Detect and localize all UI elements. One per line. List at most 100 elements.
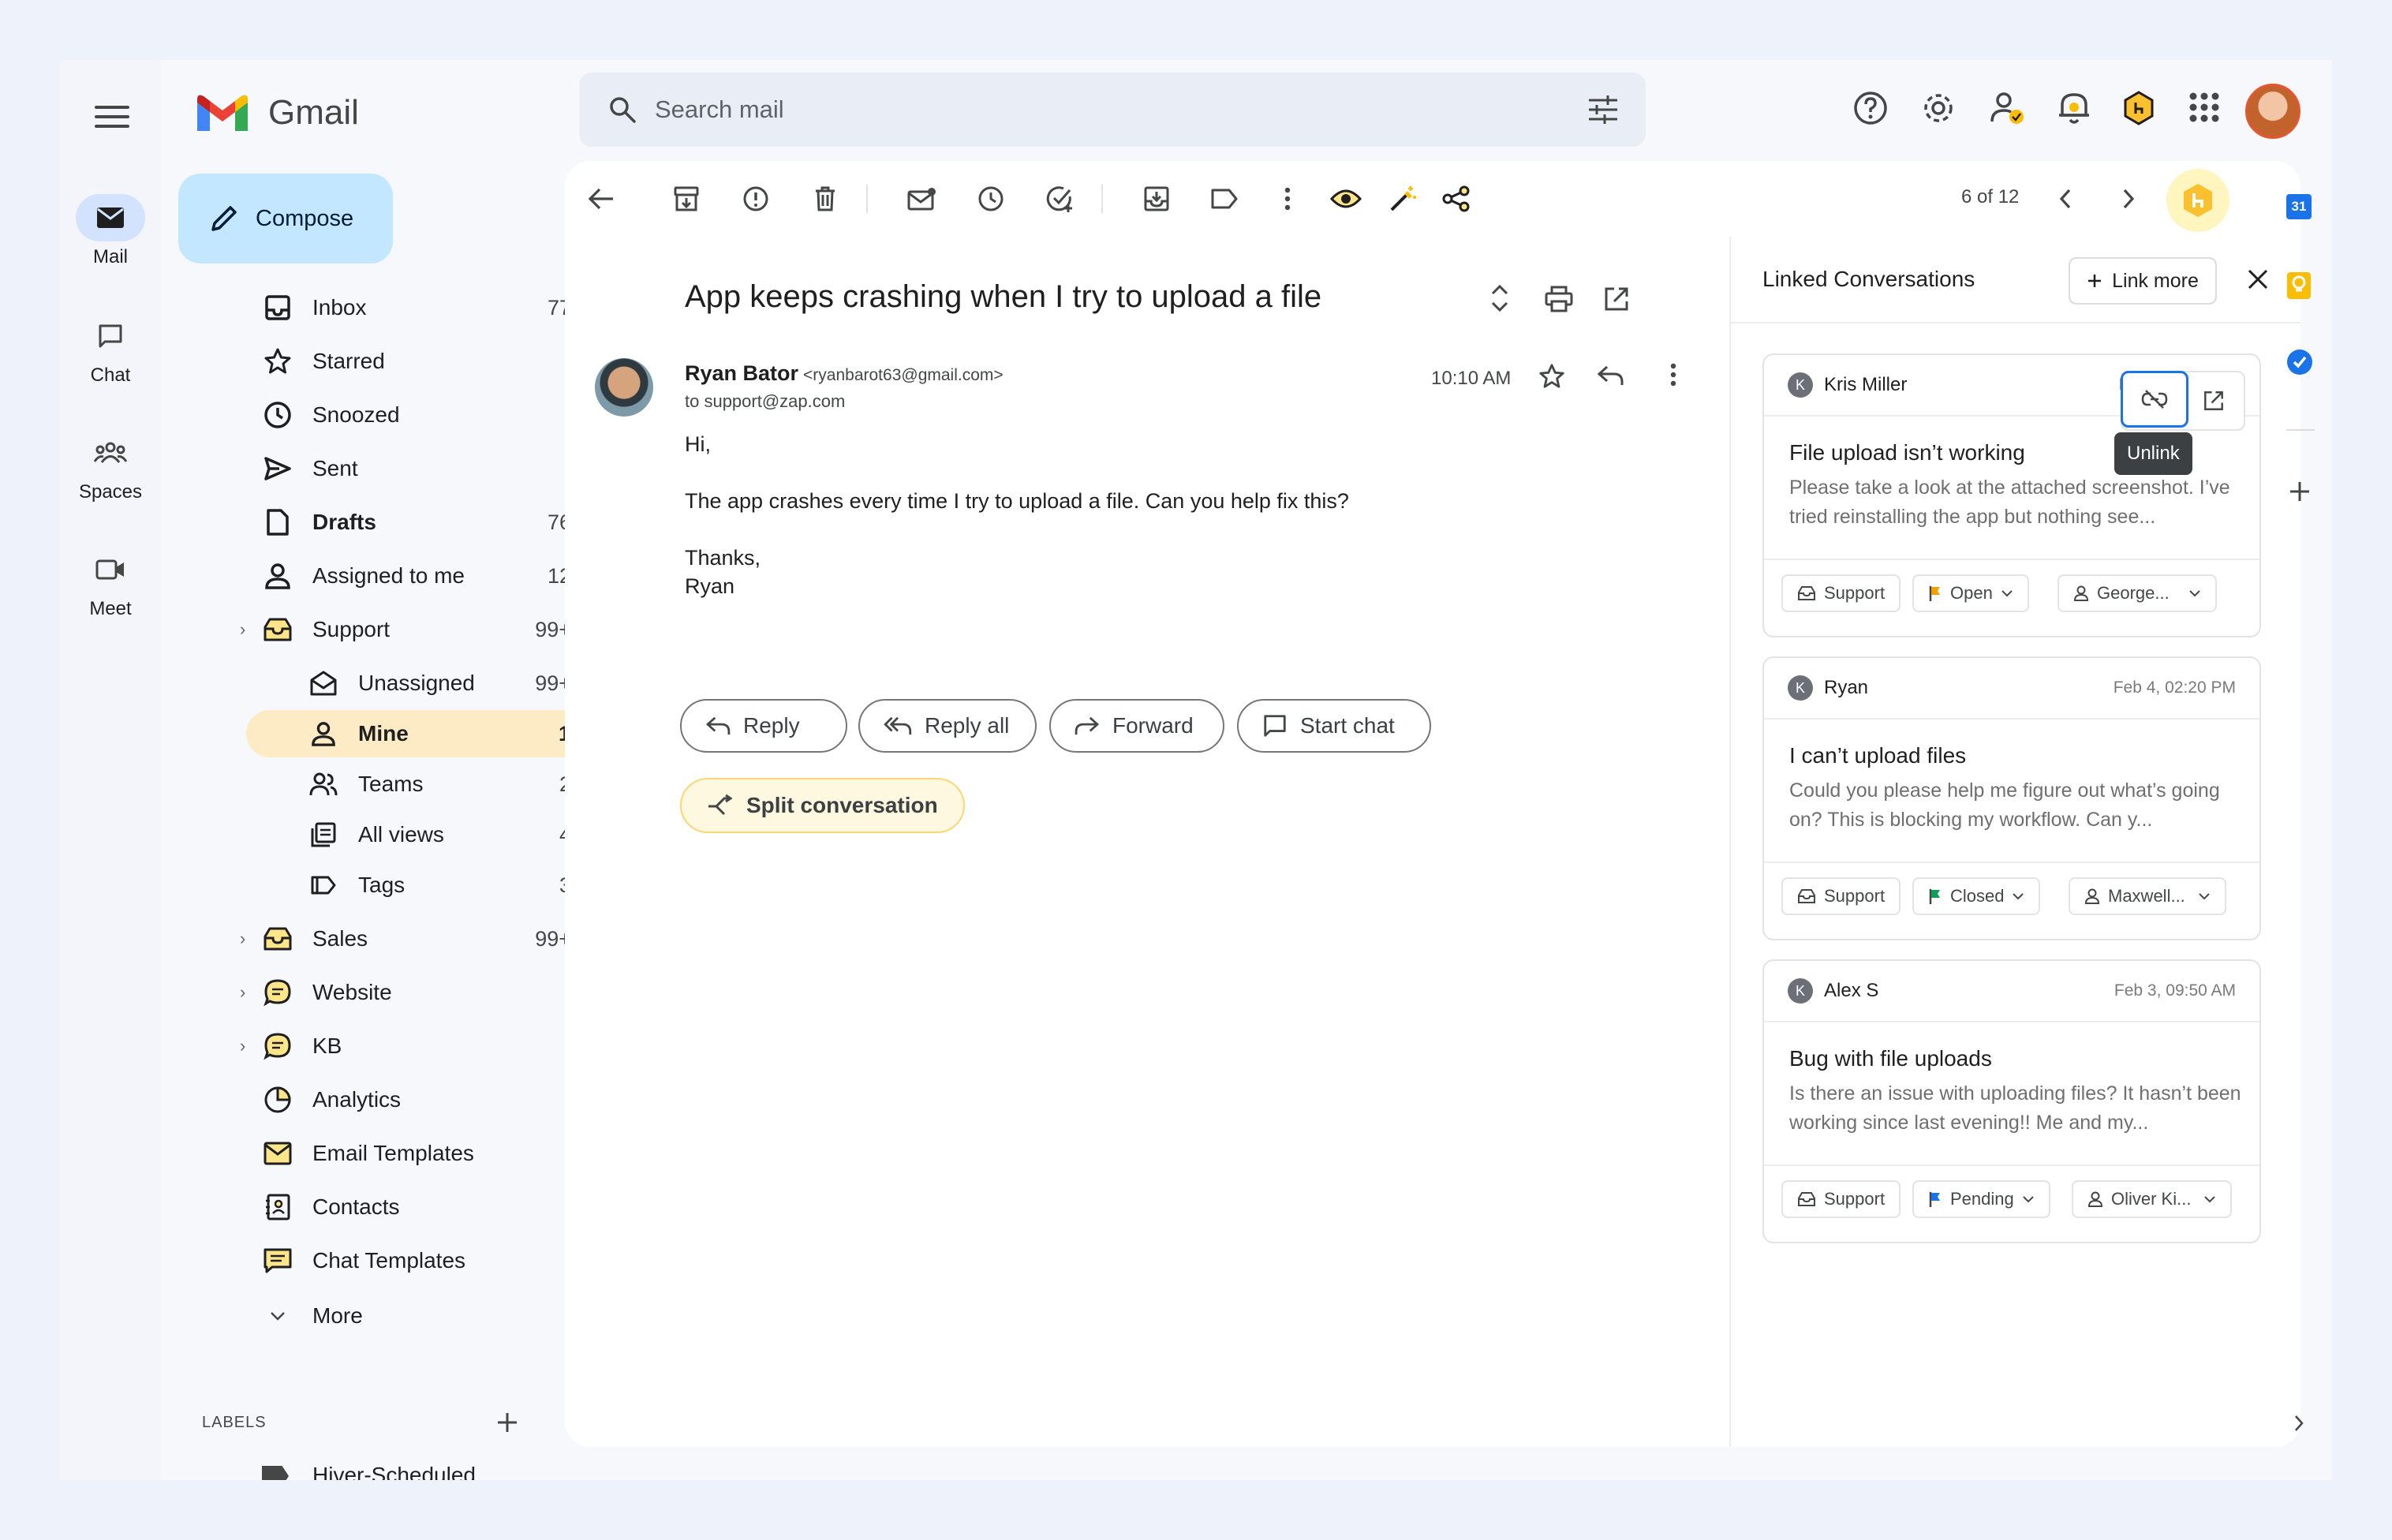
- chevron-right-icon[interactable]: ›: [240, 982, 245, 1003]
- message-more-vert-icon[interactable]: [1669, 363, 1677, 387]
- nav-item-mine[interactable]: Mine 12: [246, 710, 606, 757]
- archive-icon[interactable]: [671, 183, 702, 215]
- nav-item-snoozed[interactable]: Snoozed: [186, 391, 612, 439]
- inbox-chip[interactable]: Support: [1781, 877, 1901, 915]
- nav-item-all-views[interactable]: All views 4: [186, 811, 612, 858]
- back-arrow-icon[interactable]: [585, 183, 617, 215]
- nav-item-chat-templates[interactable]: Chat Templates: [186, 1237, 612, 1284]
- gmail-logo[interactable]: Gmail: [194, 92, 359, 134]
- nav-item-tags[interactable]: Tags 3: [186, 862, 612, 909]
- open-new-window-icon[interactable]: [1603, 286, 1630, 312]
- help-icon[interactable]: [1852, 90, 1889, 126]
- expand-collapse-icon[interactable]: [1489, 282, 1510, 314]
- next-chevron-icon[interactable]: [2113, 183, 2144, 215]
- tasks-check-icon[interactable]: [2286, 349, 2313, 376]
- add-label-plus-icon[interactable]: [495, 1411, 519, 1434]
- rail-meet[interactable]: Meet: [60, 546, 161, 620]
- search-input[interactable]: Search mail: [655, 95, 784, 124]
- calendar-app-icon[interactable]: 31: [2286, 194, 2312, 219]
- status-chip[interactable]: Pending: [1912, 1180, 2050, 1218]
- search-icon[interactable]: [607, 95, 637, 125]
- print-icon[interactable]: [1545, 286, 1573, 312]
- nav-item-teams[interactable]: Teams 2: [186, 761, 612, 808]
- nav-label: All views: [358, 822, 444, 847]
- linked-conversation-card[interactable]: K Alex S Feb 3, 09:50 AM Bug with file u…: [1762, 959, 2261, 1243]
- start-chat-button[interactable]: Start chat: [1237, 699, 1431, 753]
- linked-conversation-card[interactable]: K Kris Miller Fe File upload isn’t worki…: [1762, 353, 2261, 637]
- assignee-chip[interactable]: Oliver Ki...: [2072, 1180, 2233, 1218]
- chevron-right-icon[interactable]: ›: [240, 929, 245, 949]
- nav-item-website[interactable]: › Website: [186, 969, 612, 1016]
- nav-item-kb[interactable]: › KB: [186, 1022, 612, 1070]
- nav-item-analytics[interactable]: Analytics: [186, 1076, 612, 1123]
- search-bar[interactable]: Search mail: [579, 73, 1646, 147]
- app-rail: Mail Chat Spaces Meet: [60, 60, 161, 1480]
- split-conversation-button[interactable]: Split conversation: [680, 778, 965, 833]
- label-icon[interactable]: [1209, 183, 1240, 215]
- status-chip[interactable]: Closed: [1912, 877, 2041, 915]
- account-avatar[interactable]: [2245, 84, 2300, 139]
- add-task-icon[interactable]: [1045, 183, 1076, 215]
- forward-button[interactable]: Forward: [1049, 699, 1224, 753]
- main-menu-icon[interactable]: [95, 99, 129, 134]
- nav-item-support[interactable]: › Support 99+: [186, 606, 612, 653]
- keep-bulb-icon[interactable]: [2286, 271, 2312, 300]
- rail-spaces[interactable]: Spaces: [60, 429, 161, 503]
- mark-unread-icon[interactable]: [906, 183, 937, 215]
- nav-item-starred[interactable]: Starred: [186, 338, 612, 385]
- snooze-clock-icon[interactable]: [975, 183, 1007, 215]
- rail-chat[interactable]: Chat: [60, 312, 161, 387]
- nav-item-sales[interactable]: › Sales 99+: [186, 915, 612, 962]
- delete-trash-icon[interactable]: [809, 183, 841, 215]
- search-options-icon[interactable]: [1587, 95, 1619, 124]
- sender-avatar[interactable]: [595, 358, 653, 417]
- nav-item-more[interactable]: More: [186, 1292, 612, 1340]
- inbox-chip[interactable]: Support: [1781, 574, 1901, 612]
- nav-item-email-templates[interactable]: Email Templates: [186, 1130, 612, 1177]
- link-more-button[interactable]: Link more: [2069, 257, 2217, 305]
- nav-item-drafts[interactable]: Drafts 76: [186, 499, 612, 546]
- nav-item-unassigned[interactable]: Unassigned 99+: [186, 660, 612, 707]
- magic-wand-icon[interactable]: [1387, 183, 1418, 215]
- open-conversation-button[interactable]: [2196, 383, 2231, 418]
- assignee-chip[interactable]: Maxwell...: [2069, 877, 2226, 915]
- visibility-eye-icon[interactable]: [1330, 183, 1362, 215]
- close-panel-icon[interactable]: [2247, 268, 2269, 290]
- inbox-chip[interactable]: Support: [1781, 1180, 1901, 1218]
- person-icon: [262, 560, 293, 592]
- inbox-tray-icon: [1798, 889, 1815, 903]
- google-apps-icon[interactable]: [2188, 92, 2220, 123]
- assigned-user-icon[interactable]: [1990, 90, 2026, 126]
- notifications-bell-icon[interactable]: [2056, 88, 2092, 126]
- open-external-icon: [2204, 391, 2223, 410]
- settings-gear-icon[interactable]: [1920, 90, 1957, 126]
- reply-arrow-icon[interactable]: [1597, 364, 1624, 387]
- nav-item-sent[interactable]: Sent: [186, 445, 612, 492]
- chevron-right-icon[interactable]: ›: [240, 619, 245, 640]
- prev-chevron-icon[interactable]: [2050, 183, 2081, 215]
- expand-side-panel-chevron-icon[interactable]: [2293, 1414, 2305, 1433]
- reply-all-button[interactable]: Reply all: [858, 699, 1037, 753]
- linked-conversation-card[interactable]: K Ryan Feb 4, 02:20 PM I can’t upload fi…: [1762, 656, 2261, 940]
- reply-button[interactable]: Reply: [680, 699, 847, 753]
- chevron-down-icon: [2013, 893, 2024, 900]
- add-app-plus-icon[interactable]: [2288, 480, 2312, 503]
- card-divider: [1764, 559, 2259, 560]
- report-spam-icon[interactable]: [740, 183, 772, 215]
- share-nodes-icon[interactable]: [1441, 183, 1472, 215]
- status-chip[interactable]: Open: [1912, 574, 2029, 612]
- rail-mail[interactable]: Mail: [60, 194, 161, 268]
- nav-item-inbox[interactable]: Inbox 77: [186, 284, 612, 331]
- star-icon[interactable]: [1538, 363, 1565, 390]
- nav-item-assigned-to-me[interactable]: Assigned to me 12: [186, 552, 612, 600]
- assignee-chip[interactable]: George...: [2057, 574, 2217, 612]
- compose-button[interactable]: Compose: [178, 174, 393, 264]
- split-arrows-icon: [708, 794, 732, 816]
- more-vert-icon[interactable]: [1272, 183, 1303, 215]
- unlink-button[interactable]: [2121, 371, 2188, 428]
- hiver-extension-icon[interactable]: [2121, 90, 2157, 126]
- hiver-panel-toggle[interactable]: [2166, 169, 2229, 232]
- nav-item-contacts[interactable]: Contacts: [186, 1183, 612, 1231]
- move-to-icon[interactable]: [1141, 183, 1172, 215]
- chevron-right-icon[interactable]: ›: [240, 1036, 245, 1056]
